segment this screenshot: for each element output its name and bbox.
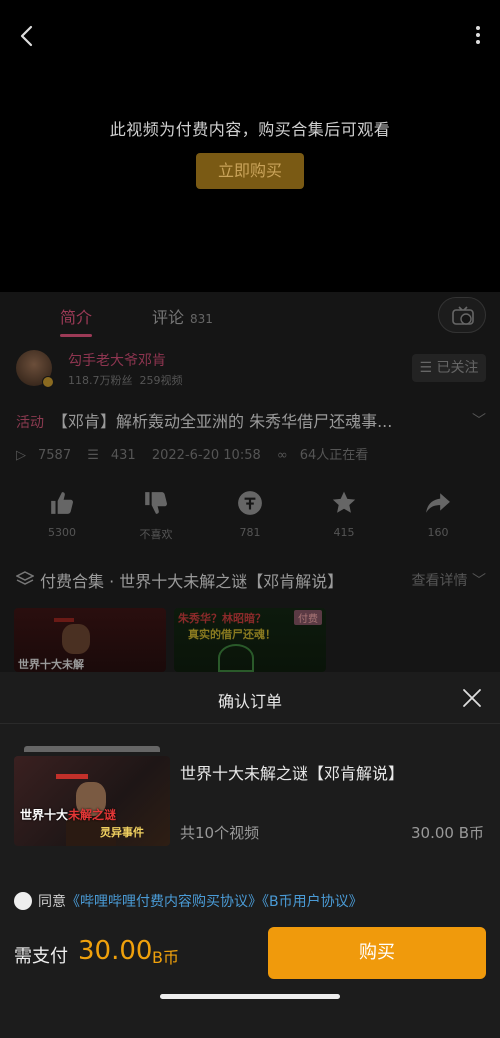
follower-count: 118.7万粉丝 xyxy=(68,374,133,387)
comments-count: 831 xyxy=(190,312,213,326)
uploader-stats: 118.7万粉丝 259视频 xyxy=(68,372,183,388)
uploader-name[interactable]: 勾手老大爷邓肯 xyxy=(68,350,166,370)
thumbnail-lamp xyxy=(54,618,74,622)
like-count: 5300 xyxy=(48,526,76,539)
watching-count: 64人正在看 xyxy=(299,448,369,463)
follow-button[interactable]: ☰ 已关注 xyxy=(412,354,486,382)
coin-button[interactable]: 781 xyxy=(210,490,290,539)
danmaku-count: 431 xyxy=(110,448,136,463)
cover-subcaption: 灵异事件 xyxy=(100,826,144,839)
verified-badge-icon xyxy=(42,376,54,388)
star-icon xyxy=(332,491,356,513)
dislike-label: 不喜欢 xyxy=(139,528,173,541)
video-stats: ▷ 7587 ☰ 431 2022-6-20 10:58 ∞ 64人正在看 xyxy=(16,444,486,463)
video-player[interactable]: 此视频为付费内容，购买合集后可观看 立即购买 xyxy=(0,0,500,292)
tab-comments-label: 评论 xyxy=(152,308,185,327)
more-options-icon[interactable] xyxy=(474,24,482,48)
order-item-name: 世界十大未解之谜【邓肯解说】 xyxy=(180,764,405,783)
pay-amount: 30.00 xyxy=(78,936,153,966)
active-tab-indicator xyxy=(60,334,92,337)
purchase-button[interactable]: 购买 xyxy=(268,927,486,979)
detail-tabs: 简介 评论 831 xyxy=(0,292,500,338)
sheet-header: 确认订单 xyxy=(0,672,500,724)
cover-image: 世界十大未解之谜 灵异事件 xyxy=(14,756,170,846)
buy-now-button[interactable]: 立即购买 xyxy=(196,153,304,189)
collection-title: 付费合集 · 世界十大未解之谜【邓肯解说】 xyxy=(40,572,344,591)
order-video-count: 共10个视频 xyxy=(180,824,260,842)
dislike-button[interactable]: 不喜欢 xyxy=(116,490,196,542)
video-title: 【邓肯】解析轰动全亚洲的 朱秀华借尸还魂事... xyxy=(52,412,393,431)
cover-lamp xyxy=(56,774,88,779)
pay-label: 需支付 xyxy=(14,946,68,967)
order-confirm-sheet: 确认订单 世界十大未解之谜 灵异事件 世界十大未解之谜【邓肯解说】 共10个视频… xyxy=(0,672,500,1038)
thumbs-up-icon xyxy=(51,492,73,514)
danmaku-count-icon: ☰ xyxy=(87,448,99,463)
share-button[interactable]: 160 xyxy=(398,490,478,539)
tab-intro[interactable]: 简介 xyxy=(60,304,92,328)
back-icon[interactable] xyxy=(16,24,40,48)
agreement-prefix: 同意 xyxy=(38,894,66,910)
danmaku-toggle-button[interactable] xyxy=(438,297,486,333)
order-item-price: 30.00 B币 xyxy=(410,824,484,842)
video-details: 简介 评论 831 勾手老大爷邓肯 118.7万粉丝 259视频 ☰ 已关注 活动… xyxy=(0,292,500,672)
paid-collection-row[interactable]: 付费合集 · 世界十大未解之谜【邓肯解说】 查看详情 ﹀ xyxy=(16,568,486,592)
coin-count: 781 xyxy=(239,526,261,539)
agreement-checkbox[interactable] xyxy=(14,892,32,910)
video-count: 259视频 xyxy=(139,374,183,387)
collection-thumbnail[interactable]: 世界十大未解 xyxy=(14,608,166,672)
share-count: 160 xyxy=(427,526,449,539)
play-icon: ▷ xyxy=(16,448,26,463)
action-bar: 5300 不喜欢 781 415 160 xyxy=(0,490,500,550)
close-icon[interactable] xyxy=(462,688,482,708)
home-indicator[interactable] xyxy=(160,994,340,999)
layers-icon xyxy=(16,571,34,585)
watching-icon: ∞ xyxy=(276,448,288,463)
tab-comments[interactable]: 评论 831 xyxy=(152,304,213,328)
thumbnail-caption: 真实的借尸还魂！ xyxy=(188,628,276,641)
collection-cover: 世界十大未解之谜 灵异事件 xyxy=(14,746,170,846)
cover-caption-white: 世界十大 xyxy=(20,808,69,822)
chevron-down-icon[interactable]: ﹀ xyxy=(472,410,486,430)
thumbnail-caption: 世界十大未解 xyxy=(18,658,84,671)
agreement-row: 同意《哔哩哔哩付费内容购买协议》《B币用户协议》 xyxy=(14,891,494,911)
like-button[interactable]: 5300 xyxy=(22,490,102,539)
cover-stack-edge xyxy=(24,746,160,752)
chevron-down-icon: ﹀ xyxy=(472,573,486,589)
favorite-count: 415 xyxy=(333,526,355,539)
collection-thumbnail[interactable]: 朱秀华？林昭暗？ 真实的借尸还魂！ 付费 xyxy=(174,608,326,672)
view-details-label: 查看详情 xyxy=(411,573,468,589)
bcoin-agreement-link[interactable]: 《B币用户协议》 xyxy=(262,894,363,910)
paid-badge: 付费 xyxy=(294,610,322,625)
publish-datetime: 2022-6-20 10:58 xyxy=(151,448,261,463)
view-details-link[interactable]: 查看详情 ﹀ xyxy=(412,570,486,590)
thumbnail-person xyxy=(62,624,90,654)
collection-thumbnails: 世界十大未解 朱秀华？林昭暗？ 真实的借尸还魂！ 付费 xyxy=(14,608,500,672)
cover-caption: 世界十大未解之谜 xyxy=(20,806,116,823)
share-icon xyxy=(426,493,450,513)
agreement-text: 同意《哔哩哔哩付费内容购买协议》《B币用户协议》 xyxy=(38,891,363,911)
video-title-row[interactable]: 活动 【邓肯】解析轰动全亚洲的 朱秀华借尸还魂事... ﹀ xyxy=(16,408,486,432)
danmaku-icon xyxy=(452,306,474,325)
purchase-agreement-link[interactable]: 《哔哩哔哩付费内容购买协议》 xyxy=(66,894,262,910)
activity-tag[interactable]: 活动 xyxy=(16,415,44,431)
thumbnail-figure xyxy=(218,644,254,672)
favorite-button[interactable]: 415 xyxy=(304,490,384,539)
thumbnail-caption: 朱秀华？林昭暗？ xyxy=(178,612,266,625)
cover-caption-red: 未解之谜 xyxy=(68,808,117,822)
thumbs-down-icon xyxy=(145,492,167,514)
play-count: 7587 xyxy=(38,448,72,463)
coin-icon xyxy=(238,491,262,515)
uploader-info[interactable]: 勾手老大爷邓肯 118.7万粉丝 259视频 ☰ 已关注 xyxy=(16,350,486,390)
pay-currency: B币 xyxy=(152,948,179,967)
paywall-message: 此视频为付费内容，购买合集后可观看 xyxy=(109,120,391,139)
sheet-title: 确认订单 xyxy=(217,692,282,711)
